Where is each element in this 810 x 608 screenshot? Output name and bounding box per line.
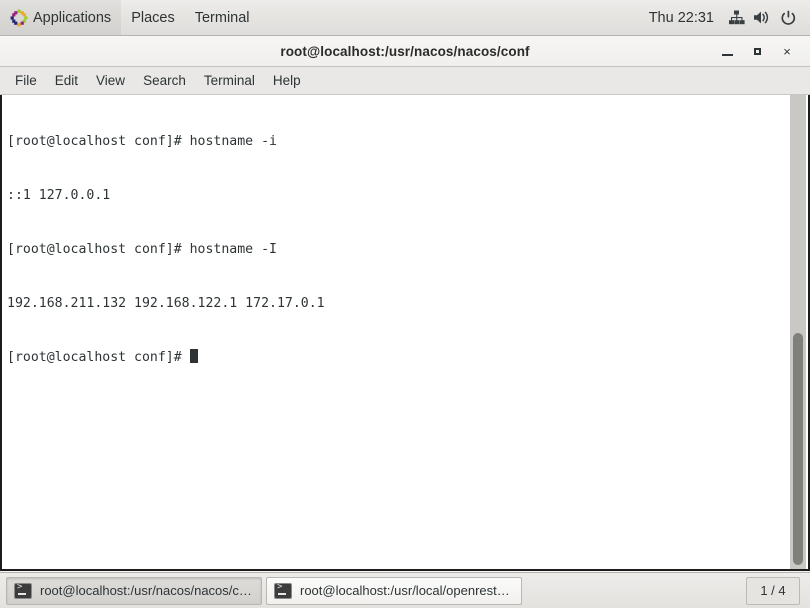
terminal-icon bbox=[274, 582, 292, 599]
terminal-line: 192.168.211.132 192.168.122.1 172.17.0.1 bbox=[7, 296, 325, 311]
terminal-line: [root@localhost conf]# hostname -i bbox=[7, 134, 277, 149]
desktop-screen: Applications Places Terminal Thu 22:31 r… bbox=[0, 0, 810, 608]
menu-edit[interactable]: Edit bbox=[46, 69, 87, 92]
menu-view[interactable]: View bbox=[87, 69, 134, 92]
power-icon[interactable] bbox=[775, 0, 801, 35]
menu-file[interactable]: File bbox=[6, 69, 46, 92]
panel-menu-bar: Applications Places Terminal bbox=[0, 0, 260, 35]
terminal-icon bbox=[14, 582, 32, 599]
terminal-line: ::1 127.0.0.1 bbox=[7, 188, 111, 203]
taskbar-button-label: root@localhost:/usr/local/openresty… bbox=[300, 583, 514, 598]
terminal-scrollbar[interactable] bbox=[790, 95, 806, 569]
minimize-icon bbox=[721, 54, 733, 56]
close-button[interactable]: × bbox=[772, 39, 802, 65]
terminal-prompt: [root@localhost conf]# bbox=[7, 350, 190, 365]
taskbar-button-label: root@localhost:/usr/nacos/nacos/co… bbox=[40, 583, 254, 598]
panel-menu-places-label: Places bbox=[131, 9, 175, 26]
menu-help[interactable]: Help bbox=[264, 69, 310, 92]
top-panel: Applications Places Terminal Thu 22:31 bbox=[0, 0, 810, 36]
workspace-indicator[interactable]: 1 / 4 bbox=[746, 576, 800, 605]
panel-menu-places[interactable]: Places bbox=[121, 0, 185, 35]
network-wired-icon[interactable] bbox=[723, 0, 749, 35]
terminal-window: root@localhost:/usr/nacos/nacos/conf × F… bbox=[0, 36, 810, 572]
close-icon: × bbox=[783, 44, 791, 59]
menu-terminal[interactable]: Terminal bbox=[195, 69, 264, 92]
terminal-line: [root@localhost conf]# hostname -I bbox=[7, 242, 277, 257]
panel-menu-applications-label: Applications bbox=[33, 9, 112, 26]
taskbar: root@localhost:/usr/nacos/nacos/co… root… bbox=[0, 572, 810, 608]
window-titlebar[interactable]: root@localhost:/usr/nacos/nacos/conf × bbox=[0, 36, 810, 67]
terminal-output-area[interactable]: [root@localhost conf]# hostname -i ::1 1… bbox=[0, 95, 810, 571]
volume-speaker-icon[interactable] bbox=[749, 0, 775, 35]
window-menubar: File Edit View Search Terminal Help bbox=[0, 67, 810, 95]
maximize-icon bbox=[753, 48, 761, 55]
panel-status-area: Thu 22:31 bbox=[640, 0, 810, 35]
panel-menu-terminal[interactable]: Terminal bbox=[185, 0, 260, 35]
minimize-button[interactable] bbox=[712, 39, 742, 65]
terminal-text: [root@localhost conf]# hostname -i ::1 1… bbox=[7, 97, 786, 403]
maximize-button[interactable] bbox=[742, 39, 772, 65]
menu-search[interactable]: Search bbox=[134, 69, 195, 92]
window-title: root@localhost:/usr/nacos/nacos/conf bbox=[280, 43, 530, 59]
terminal-cursor bbox=[189, 349, 198, 363]
panel-menu-applications[interactable]: Applications bbox=[0, 0, 122, 35]
taskbar-button-nacos[interactable]: root@localhost:/usr/nacos/nacos/co… bbox=[6, 576, 262, 605]
centos-pinwheel-icon bbox=[10, 9, 28, 27]
window-controls: × bbox=[712, 36, 802, 67]
taskbar-button-openresty[interactable]: root@localhost:/usr/local/openresty… bbox=[266, 576, 522, 605]
terminal-prompt-line: [root@localhost conf]# bbox=[7, 349, 786, 367]
terminal-scrollbar-thumb[interactable] bbox=[793, 333, 803, 565]
clock[interactable]: Thu 22:31 bbox=[640, 10, 723, 26]
panel-menu-terminal-label: Terminal bbox=[194, 9, 250, 26]
